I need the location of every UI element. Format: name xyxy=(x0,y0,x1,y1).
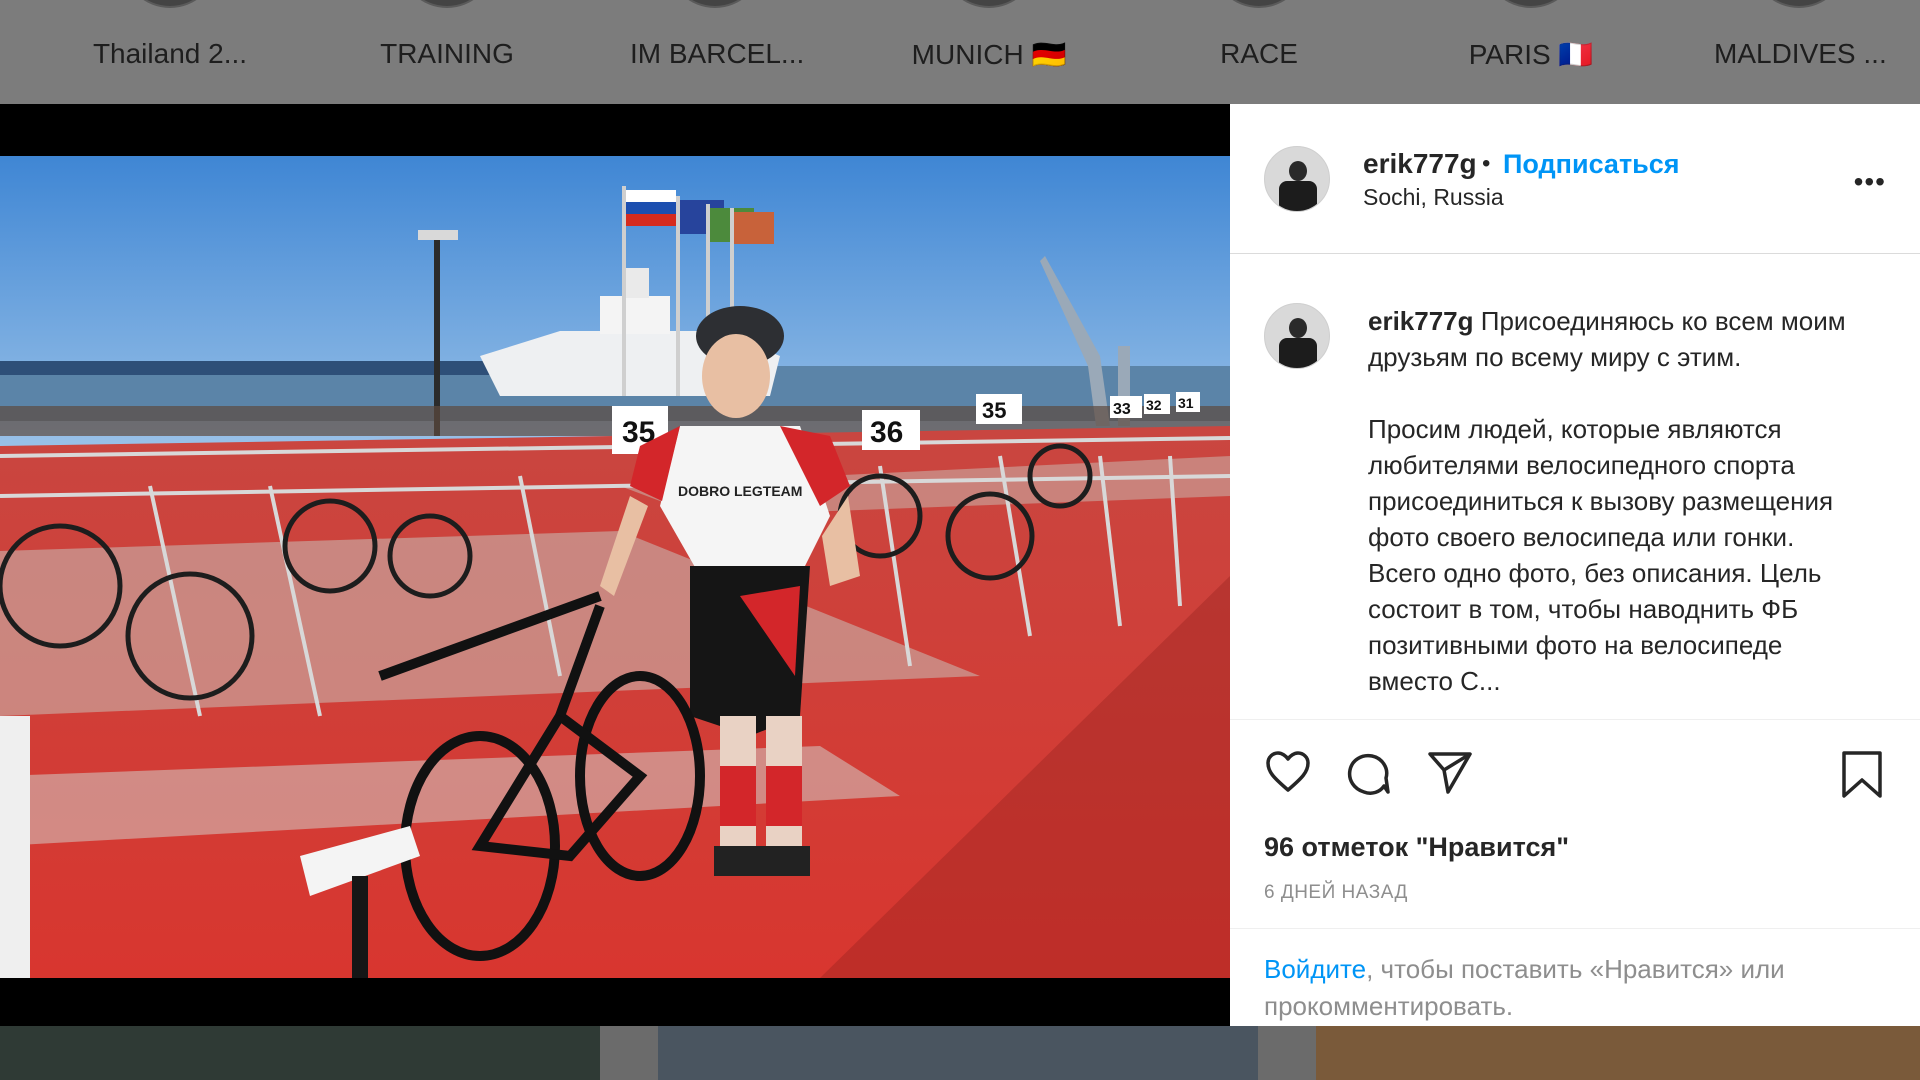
separator-dot: • xyxy=(1482,150,1491,177)
bike-rack-number: 31 xyxy=(1178,395,1194,411)
avatar[interactable] xyxy=(1264,303,1330,369)
caption-username[interactable]: erik777g xyxy=(1368,306,1474,336)
follow-button[interactable]: Подписаться xyxy=(1503,149,1680,180)
post-caption: erik777g Присоединяюсь ко всем моим друз… xyxy=(1368,303,1868,719)
share-icon[interactable] xyxy=(1426,750,1474,796)
post-photo-area: 35 36 35 33 32 31 DOBRO LEGTEAM xyxy=(0,104,1230,1026)
bookmark-icon[interactable] xyxy=(1840,750,1884,800)
post-timestamp[interactable]: 6 ДНЕЙ НАЗАД xyxy=(1264,882,1408,904)
highlight-label: Thailand 2... xyxy=(92,38,248,69)
post-location[interactable]: Sochi, Russia xyxy=(1363,184,1504,211)
bike-rack-number: 36 xyxy=(870,416,903,449)
highlight-label: RACE xyxy=(1220,38,1298,69)
author-username[interactable]: erik777g xyxy=(1363,148,1477,180)
jersey-text: DOBRO LEGTEAM xyxy=(678,483,802,499)
more-options-icon[interactable]: ••• xyxy=(1854,166,1886,198)
login-link[interactable]: Войдите xyxy=(1264,954,1366,984)
highlight-label: MALDIVES ... xyxy=(1714,38,1887,69)
login-prompt: Войдите, чтобы поставить «Нравится» или … xyxy=(1230,928,1920,1038)
post-header: erik777g • Подписаться Sochi, Russia ••• xyxy=(1230,104,1920,254)
avatar[interactable] xyxy=(1264,146,1330,212)
highlight-cover[interactable] xyxy=(1483,0,1579,8)
highlight-cover[interactable] xyxy=(1211,0,1307,8)
caption-text: Просим людей, которые являются любителям… xyxy=(1368,414,1834,696)
highlight-cover[interactable] xyxy=(122,0,218,8)
highlight-cover[interactable] xyxy=(667,0,763,8)
highlight-cover[interactable] xyxy=(1751,0,1847,8)
highlight-label: IM BARCEL... xyxy=(630,38,805,69)
bike-rack-number: 33 xyxy=(1113,401,1131,418)
post-actions: 96 отметок "Нравится" 6 ДНЕЙ НАЗАД Войди… xyxy=(1230,720,1920,1021)
highlight-label: TRAINING xyxy=(380,38,514,69)
bike-rack-number: 35 xyxy=(982,398,1006,423)
caption-scroll-area[interactable]: erik777g Присоединяюсь ко всем моим друз… xyxy=(1230,255,1920,720)
heart-icon[interactable] xyxy=(1264,750,1312,794)
highlight-label: PARIS 🇫🇷 xyxy=(1468,39,1594,70)
highlight-cover[interactable] xyxy=(399,0,495,8)
comment-icon[interactable] xyxy=(1344,750,1392,798)
highlight-label: MUNICH 🇩🇪 xyxy=(911,39,1067,70)
post-details-panel: erik777g • Подписаться Sochi, Russia •••… xyxy=(1230,104,1920,1026)
story-highlights: Thailand 2... TRAINING IM BARCEL... MUNI… xyxy=(0,0,1920,104)
bike-rack-number: 32 xyxy=(1146,397,1162,413)
post-photo[interactable]: 35 36 35 33 32 31 DOBRO LEGTEAM xyxy=(0,156,1230,978)
grid-post-thumbnail[interactable] xyxy=(0,1026,600,1080)
highlight-cover[interactable] xyxy=(941,0,1037,8)
likes-count[interactable]: 96 отметок "Нравится" xyxy=(1264,832,1569,863)
grid-post-thumbnail[interactable] xyxy=(658,1026,1258,1080)
grid-post-thumbnail[interactable] xyxy=(1316,1026,1920,1080)
